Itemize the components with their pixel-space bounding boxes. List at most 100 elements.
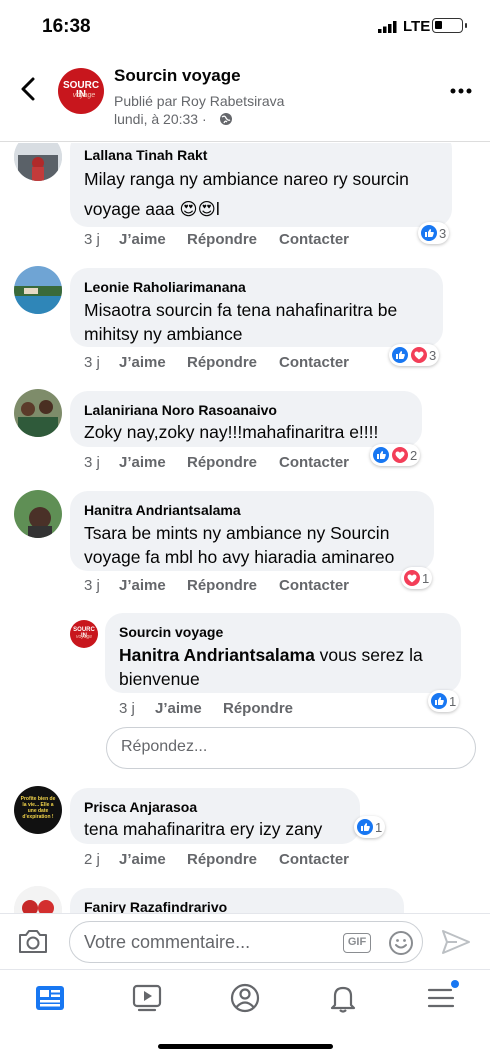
reaction-summary[interactable]: 3 xyxy=(389,344,440,366)
emoji-icon[interactable] xyxy=(388,930,414,956)
like-button[interactable]: J’aime xyxy=(119,577,166,594)
reply-mention[interactable]: Hanitra Andriantsalama xyxy=(119,645,315,665)
reaction-count: 1 xyxy=(449,693,457,709)
comment-text-line: Tsara be mints ny ambiance ny Sourcin xyxy=(84,523,390,543)
like-reaction-icon xyxy=(372,446,390,464)
comment-bubble[interactable]: Hanitra Andriantsalama Tsara be mints ny… xyxy=(70,491,434,571)
logo-subtext: voyage xyxy=(72,92,96,99)
reaction-summary[interactable]: 3 xyxy=(418,222,450,244)
page-title[interactable]: Sourcin voyage xyxy=(114,66,241,86)
comment-age: 3 j xyxy=(84,231,100,248)
reply-input[interactable]: Répondez... xyxy=(106,727,476,769)
gif-button[interactable]: GIF xyxy=(343,933,371,953)
comment-bubble[interactable]: Prisca Anjarasoa tena mahafinaritra ery … xyxy=(70,788,360,844)
comment-composer: Votre commentaire... GIF xyxy=(0,913,490,969)
comment-text-line: tena mahafinaritra ery izy zany xyxy=(84,819,323,839)
profile-icon[interactable] xyxy=(225,978,265,1018)
avatar-photo xyxy=(14,490,62,538)
comment-text-line: voyage fa mbl ho avy hiaradia aminareo xyxy=(84,547,395,567)
reply-button[interactable]: Répondre xyxy=(187,231,257,248)
comment-input[interactable]: Votre commentaire... GIF xyxy=(69,921,423,963)
contact-button[interactable]: Contacter xyxy=(279,577,349,594)
comment-author[interactable]: Prisca Anjarasoa xyxy=(84,799,197,815)
send-icon[interactable] xyxy=(441,929,471,955)
love-reaction-icon xyxy=(410,346,428,364)
camera-icon[interactable] xyxy=(17,928,49,956)
status-time: 16:38 xyxy=(42,16,91,37)
reaction-summary[interactable]: 1 xyxy=(401,567,433,589)
comments-list: Lallana Tinah Rakt Milay ranga ny ambian… xyxy=(0,143,490,913)
comment-author[interactable]: Lallana Tinah Rakt xyxy=(84,147,207,163)
reaction-summary[interactable]: 1 xyxy=(428,690,460,712)
comment-text-line: Zoky nay,zoky nay!!!mahafinaritra e!!!! xyxy=(84,422,379,442)
comment-avatar[interactable] xyxy=(14,266,62,314)
menu-icon[interactable] xyxy=(421,978,461,1018)
reply-bubble[interactable]: Sourcin voyage Hanitra Andriantsalama vo… xyxy=(105,613,461,693)
comment-avatar[interactable] xyxy=(14,143,62,181)
comment-avatar[interactable] xyxy=(14,490,62,538)
comment-age: 3 j xyxy=(84,454,100,471)
comment-text-line: Misaotra sourcin fa tena nahafinaritra b… xyxy=(84,300,398,320)
avatar-caption: Profite bien de la vie... Elle a une dat… xyxy=(20,796,56,820)
reply-button[interactable]: Répondre xyxy=(223,700,293,717)
reaction-summary[interactable]: 1 xyxy=(354,816,386,838)
love-reaction-icon xyxy=(391,446,409,464)
comment-bubble[interactable]: Lalaniriana Noro Rasoanaivo Zoky nay,zok… xyxy=(70,391,422,447)
comment-author[interactable]: Faniry Razafindrarivo xyxy=(84,899,227,913)
like-button[interactable]: J’aime xyxy=(119,454,166,471)
comment-bubble[interactable]: Faniry Razafindrarivo xyxy=(70,888,404,913)
comment-author[interactable]: Leonie Raholiarimanana xyxy=(84,279,246,295)
comment-author[interactable]: Hanitra Andriantsalama xyxy=(84,502,241,518)
comment-avatar[interactable]: Profite bien de la vie... Elle a une dat… xyxy=(14,786,62,834)
contact-button[interactable]: Contacter xyxy=(279,231,349,248)
reply-age: 3 j xyxy=(119,700,135,717)
like-button[interactable]: J’aime xyxy=(119,354,166,371)
reply-logo-subtext: voyage xyxy=(75,634,93,640)
reply-avatar[interactable]: SOURC IN voyage xyxy=(70,620,98,648)
comment-bubble[interactable]: Leonie Raholiarimanana Misaotra sourcin … xyxy=(70,268,443,347)
page-avatar[interactable]: SOURC IN voyage xyxy=(58,68,104,114)
contact-button[interactable]: Contacter xyxy=(279,354,349,371)
comment-age: 3 j xyxy=(84,354,100,371)
contact-button[interactable]: Contacter xyxy=(279,851,349,868)
back-arrow-icon[interactable] xyxy=(14,74,44,104)
comment-text-line: voyage aaa 😍😍l xyxy=(84,199,220,219)
reaction-count: 3 xyxy=(429,347,437,363)
reply-button[interactable]: Répondre xyxy=(187,851,257,868)
avatar-photo xyxy=(14,886,62,913)
comment-avatar[interactable] xyxy=(14,389,62,437)
avatar-photo xyxy=(14,266,62,314)
love-reaction-icon xyxy=(403,569,421,587)
reply-button[interactable]: Répondre xyxy=(187,577,257,594)
battery-icon xyxy=(432,18,467,33)
reply-author[interactable]: Sourcin voyage xyxy=(119,624,223,640)
notifications-icon[interactable] xyxy=(323,978,363,1018)
network-label: LTE xyxy=(403,18,431,35)
signal-icon xyxy=(378,21,397,33)
comment-placeholder: Votre commentaire... xyxy=(84,932,251,952)
home-indicator xyxy=(158,1044,333,1049)
reply-text: vous serez la xyxy=(314,645,423,665)
reply-button[interactable]: Répondre xyxy=(187,454,257,471)
like-button[interactable]: J’aime xyxy=(119,231,166,248)
watch-icon[interactable] xyxy=(127,978,167,1018)
post-timestamp: lundi, à 20:33 · xyxy=(114,111,207,127)
like-reaction-icon xyxy=(430,692,448,710)
status-bar: 16:38 LTE xyxy=(0,0,490,54)
like-button[interactable]: J’aime xyxy=(119,851,166,868)
comment-text-line: Milay ranga ny ambiance nareo ry sourcin xyxy=(84,169,409,189)
more-options-icon[interactable] xyxy=(450,88,472,94)
avatar-photo xyxy=(14,389,62,437)
like-button[interactable]: J’aime xyxy=(155,700,202,717)
avatar-photo xyxy=(14,143,62,181)
contact-button[interactable]: Contacter xyxy=(279,454,349,471)
comment-bubble[interactable]: Lallana Tinah Rakt Milay ranga ny ambian… xyxy=(70,143,452,227)
reply-text-line: bienvenue xyxy=(119,669,200,689)
comment-avatar[interactable] xyxy=(14,886,62,913)
reaction-summary[interactable]: 2 xyxy=(370,444,421,466)
reply-button[interactable]: Répondre xyxy=(187,354,257,371)
news-feed-icon[interactable] xyxy=(30,978,70,1018)
like-reaction-icon xyxy=(356,818,374,836)
reply-text-line: Hanitra Andriantsalama vous serez la xyxy=(119,643,423,667)
comment-author[interactable]: Lalaniriana Noro Rasoanaivo xyxy=(84,402,277,418)
